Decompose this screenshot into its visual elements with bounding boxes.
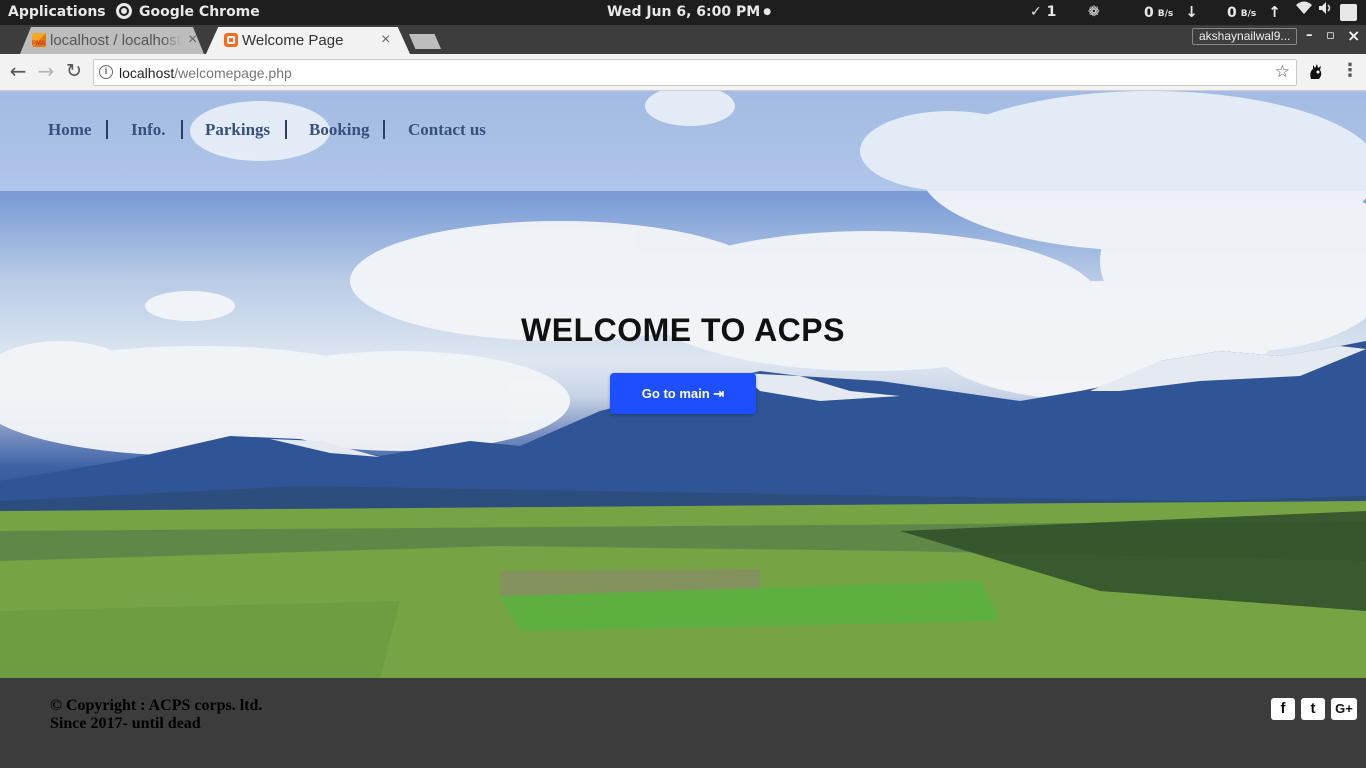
copyright-line-1: © Copyright : ACPS corps. ltd. (50, 697, 263, 714)
nav-divider (285, 120, 287, 139)
power-menu-icon[interactable] (1340, 4, 1357, 21)
bookmark-star-icon[interactable]: ☆ (1275, 62, 1290, 82)
tab-title: localhost / localhost (50, 32, 181, 49)
close-icon[interactable]: × (381, 31, 390, 49)
system-top-bar: Applications Google Chrome Wed Jun 6, 6:… (0, 0, 1366, 25)
clock-label: Wed Jun 6, 6:00 PM (607, 4, 761, 20)
tab-welcome-page[interactable]: Welcome Page × (206, 27, 410, 54)
wifi-icon[interactable] (1296, 0, 1312, 25)
nav-contact-us[interactable]: Contact us (408, 120, 486, 140)
url-text[interactable]: localhost/welcomepage.php (119, 65, 292, 81)
clock[interactable]: Wed Jun 6, 6:00 PM ● (607, 0, 771, 25)
active-app-menu[interactable]: Google Chrome (116, 0, 260, 25)
notification-dot-icon: ● (763, 7, 772, 17)
nav-divider (106, 120, 108, 139)
tab-phpmyadmin[interactable]: PMA localhost / localhost × (14, 27, 210, 54)
maximize-icon[interactable]: ▫ (1326, 28, 1335, 43)
facebook-icon[interactable]: f (1271, 698, 1295, 720)
address-bar[interactable]: i localhost/welcomepage.php ☆ (93, 59, 1297, 86)
kebab-menu-icon[interactable]: ⋮ (1341, 62, 1359, 80)
net-upload-indicator: 0 B/s ↑ (1227, 0, 1281, 25)
tasks-indicator[interactable]: ✓ 1 (1030, 0, 1056, 25)
google-plus-icon[interactable]: G+ (1331, 698, 1357, 720)
profile-button[interactable]: akshaynailwal9... (1192, 28, 1297, 45)
arrow-down-icon: ↓ (1185, 3, 1198, 21)
phpmyadmin-icon: PMA (32, 33, 46, 47)
net-download-indicator: 0 B/s ↓ (1144, 0, 1198, 25)
window-close-icon[interactable]: × (1347, 26, 1360, 45)
tab-title: Welcome Page (242, 32, 344, 49)
url-path: /welcomepage.php (174, 65, 292, 81)
twitter-icon[interactable]: t (1301, 698, 1325, 720)
nav-parkings[interactable]: Parkings (205, 120, 270, 140)
copyright-text: © Copyright : ACPS corps. ltd. Since 201… (50, 697, 262, 733)
hero-title: WELCOME TO ACPS (521, 312, 845, 348)
nav-info[interactable]: Info. (131, 120, 165, 140)
users-icon[interactable]: ❁ (1088, 0, 1100, 25)
reload-icon[interactable]: ↻ (62, 60, 86, 84)
active-app-label: Google Chrome (139, 4, 260, 20)
extension-icon[interactable] (1308, 63, 1324, 81)
copyright-line-2: Since 2017- until dead (50, 715, 201, 732)
url-host: localhost (119, 65, 175, 81)
tasks-count: 1 (1046, 4, 1057, 20)
nav-home[interactable]: Home (48, 120, 91, 140)
arrow-up-icon: ↑ (1268, 3, 1281, 21)
info-icon[interactable]: i (99, 65, 113, 79)
forward-arrow-icon[interactable]: → (34, 60, 58, 84)
minimize-icon[interactable]: – (1306, 28, 1313, 43)
nav-divider (383, 120, 385, 139)
checkmark-icon: ✓ (1030, 4, 1042, 20)
tab-strip: PMA localhost / localhost × Welcome Page… (0, 25, 1366, 54)
xampp-icon (224, 33, 238, 47)
net-up-unit: B/s (1240, 9, 1257, 19)
site-footer: © Copyright : ACPS corps. ltd. Since 201… (0, 678, 1366, 768)
web-page: Home Info. Parkings Booking Contact us W… (0, 91, 1366, 768)
go-to-main-button[interactable]: Go to main ⇥ (610, 373, 756, 414)
site-navbar: Home Info. Parkings Booking Contact us (0, 91, 1366, 191)
nav-divider (181, 120, 183, 139)
back-arrow-icon[interactable]: ← (6, 60, 30, 84)
volume-icon[interactable] (1318, 0, 1334, 25)
applications-menu[interactable]: Applications (8, 0, 106, 25)
browser-toolbar: ← → ↻ i localhost/welcomepage.php ☆ ⋮ (0, 54, 1366, 91)
hero-section: Home Info. Parkings Booking Contact us W… (0, 91, 1366, 678)
net-up-value: 0 (1227, 5, 1237, 21)
chrome-icon (116, 3, 132, 19)
new-tab-button[interactable] (409, 34, 441, 49)
close-icon[interactable]: × (188, 31, 197, 49)
net-down-value: 0 (1144, 5, 1154, 21)
net-down-unit: B/s (1157, 9, 1174, 19)
nav-booking[interactable]: Booking (309, 120, 369, 140)
